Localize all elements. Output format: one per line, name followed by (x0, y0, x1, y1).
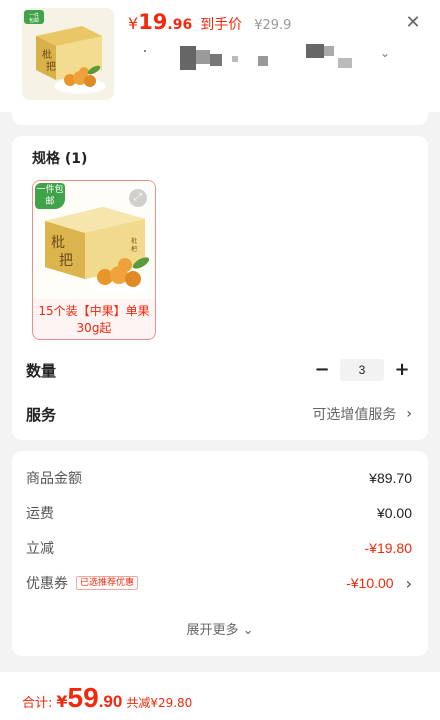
quantity-label: 数量 (26, 361, 57, 380)
chevron-down-icon: ⌄ (242, 623, 254, 638)
chevron-down-icon[interactable]: ⌄ (380, 46, 390, 60)
summary-row-shipping: 运费 ¥0.00 (26, 502, 412, 524)
summary-label: 运费 (26, 506, 54, 522)
svg-text:枇: 枇 (131, 237, 137, 245)
total-decimal: .90 (98, 692, 123, 711)
service-selector[interactable]: 可选增值服务 › (312, 404, 412, 424)
close-icon[interactable]: ✕ (404, 14, 422, 32)
quantity-input[interactable] (340, 359, 384, 381)
spec-card: 规格 (1) 枇 把 枇 杷 一件包邮 ⤢ 15个装【中果】单果30g起 数量 … (12, 136, 428, 440)
total-saved: 共减¥29.80 (126, 696, 193, 710)
total-label: 合计: (22, 696, 53, 711)
plus-button[interactable]: + (392, 360, 412, 380)
checkout-bar: 合计: ¥ 59 .90 共减¥29.80 (0, 672, 440, 720)
quantity-row: 数量 − + (26, 358, 412, 382)
masked-address (128, 40, 398, 70)
total-integer: 59 (67, 682, 99, 713)
summary-value: -¥19.80 (364, 540, 412, 556)
total-currency: ¥ (56, 692, 68, 711)
svg-text:包邮: 包邮 (29, 17, 39, 24)
final-price-label: 到手价 (200, 17, 243, 33)
product-header: 一件 包邮 枇 把 ¥ 19 .96 到手价 ¥29.9 ✕ ⌄ (0, 0, 440, 112)
original-price: ¥29.9 (254, 18, 292, 33)
price-currency: ¥ (128, 14, 139, 33)
price-row: ¥ 19 .96 到手价 ¥29.9 (128, 10, 291, 34)
spec-option-label: 15个装【中果】单果30g起 (38, 304, 150, 335)
coupon-tag: 已选推荐优惠 (76, 576, 139, 590)
svg-text:杷: 杷 (131, 245, 137, 253)
spec-option-image: 枇 把 枇 杷 一件包邮 ⤢ (33, 181, 155, 299)
expand-more-label: 展开更多 (186, 623, 239, 638)
service-label: 服务 (26, 405, 57, 424)
coupon-label: 优惠券 (26, 576, 68, 592)
free-shipping-badge: 一件包邮 (35, 183, 65, 209)
summary-label: 优惠券 已选推荐优惠 (26, 573, 139, 593)
svg-text:枇: 枇 (51, 235, 65, 251)
summary-label: 商品金额 (26, 471, 82, 487)
summary-value: ¥89.70 (369, 470, 412, 486)
summary-row-discount: 立减 -¥19.80 (26, 537, 412, 559)
summary-row-goods: 商品金额 ¥89.70 (26, 467, 412, 489)
spec-option[interactable]: 枇 把 枇 杷 一件包邮 ⤢ 15个装【中果】单果30g起 (32, 180, 156, 340)
product-thumbnail[interactable]: 一件 包邮 枇 把 (22, 8, 114, 100)
service-value: 可选增值服务 (312, 407, 397, 423)
expand-icon[interactable]: ⤢ (129, 189, 147, 207)
svg-text:把: 把 (59, 253, 73, 269)
coupon-value: -¥10.00 (346, 575, 394, 591)
service-row[interactable]: 服务 可选增值服务 › (26, 402, 412, 426)
chevron-right-icon: › (405, 573, 412, 593)
loquat-box-image: 一件 包邮 枇 把 (22, 8, 114, 100)
total-price: 合计: ¥ 59 .90 共减¥29.80 (22, 682, 192, 714)
spec-title: 规格 (1) (32, 151, 88, 167)
svg-text:把: 把 (46, 60, 56, 73)
header-card-bottom (12, 105, 428, 125)
summary-row-coupon[interactable]: 优惠券 已选推荐优惠 -¥10.00 › (26, 572, 412, 594)
expand-more-button[interactable]: 展开更多 ⌄ (12, 619, 428, 638)
coupon-selector[interactable]: -¥10.00 › (346, 574, 412, 593)
price-integer: 19 (138, 10, 168, 34)
svg-text:枇: 枇 (42, 48, 52, 61)
minus-button[interactable]: − (312, 360, 332, 380)
price-decimal: .96 (167, 17, 193, 33)
quantity-stepper: − + (312, 359, 412, 381)
chevron-right-icon: › (406, 406, 412, 422)
summary-value: ¥0.00 (376, 505, 412, 521)
price-summary-card: 商品金额 ¥89.70 运费 ¥0.00 立减 -¥19.80 优惠券 已选推荐… (12, 451, 428, 656)
summary-label: 立减 (26, 541, 54, 557)
